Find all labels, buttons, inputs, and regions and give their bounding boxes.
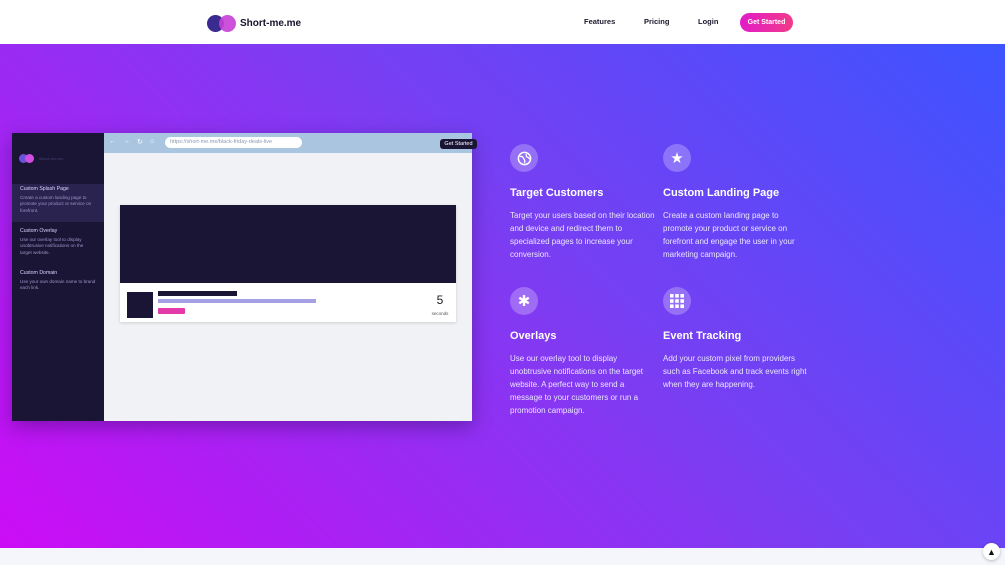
mockup-sidebar-item-title: Custom Domain	[20, 270, 58, 276]
mockup-sidebar-item-overlay[interactable]: Custom Overlay Use our overlay tool to d…	[12, 226, 104, 258]
mockup-sidebar-item-desc: Create a custom landing page to promote …	[20, 195, 92, 213]
globe-icon	[510, 144, 538, 172]
countdown-value: 5	[436, 293, 444, 307]
mockup-sidebar-item-title: Custom Overlay	[20, 228, 58, 234]
reload-icon: ↻	[137, 139, 143, 146]
splash-preview-card: 5 seconds	[120, 205, 456, 322]
brand-logo[interactable]: Short-me.me	[207, 14, 301, 32]
mockup-logo-text: Short-me.me	[39, 156, 64, 161]
star-icon: ★	[663, 144, 691, 172]
chevron-up-icon: ▲	[987, 546, 996, 557]
back-arrow-icon: ←	[109, 138, 116, 145]
asterisk-icon: ✱	[510, 287, 538, 315]
mockup-sidebar-item-desc: Use our overlay tool to display unobtrus…	[20, 237, 84, 255]
nav-link-pricing[interactable]: Pricing	[644, 17, 669, 26]
brand-name: Short-me.me	[240, 17, 302, 29]
feature-title: Custom Landing Page	[663, 187, 780, 199]
mockup-sidebar-item-title: Custom Splash Page	[20, 186, 69, 192]
feature-description: Add your custom pixel from providers suc…	[663, 354, 807, 389]
feature-title: Event Tracking	[663, 330, 742, 342]
mockup-sidebar-item-splash[interactable]: Custom Splash Page Create a custom landi…	[12, 184, 104, 222]
forward-arrow-icon: →	[123, 138, 130, 145]
mockup-browser-bar: ← → ↻ ⌂ https://short-me.me/black-friday…	[104, 133, 477, 153]
feature-title: Overlays	[510, 330, 557, 342]
splash-title-placeholder	[158, 291, 237, 296]
home-icon: ⌂	[150, 138, 155, 145]
splash-media-placeholder	[120, 205, 456, 283]
nav-link-login[interactable]: Login	[698, 17, 718, 26]
logo-icon	[207, 14, 237, 32]
feature-target-customers: Target Customers Target your users based…	[510, 144, 655, 261]
feature-custom-landing-page: ★ Custom Landing Page Create a custom la…	[663, 144, 808, 261]
feature-description: Use our overlay tool to display unobtrus…	[510, 354, 643, 415]
splash-button-placeholder	[158, 308, 185, 314]
mockup-sidebar-item-domain[interactable]: Custom Domain Use your own domain name t…	[12, 268, 104, 294]
mockup-logo-icon	[19, 154, 37, 163]
feature-title: Target Customers	[510, 187, 604, 199]
mockup-content: 5 seconds	[104, 153, 472, 421]
mockup-get-started-button: Get Started	[440, 139, 477, 149]
splash-thumbnail	[127, 292, 153, 318]
top-navbar: Short-me.me Features Pricing Login Get S…	[0, 0, 1005, 44]
mockup-sidebar-item-desc: Use your own domain name to brand each l…	[20, 279, 96, 291]
get-started-button[interactable]: Get Started	[740, 13, 793, 32]
feature-description: Target your users based on their locatio…	[510, 211, 655, 259]
scroll-to-top-button[interactable]: ▲	[983, 543, 1000, 560]
feature-description: Create a custom landing page to promote …	[663, 211, 795, 259]
grid-icon	[663, 287, 691, 315]
nav-link-features[interactable]: Features	[584, 17, 615, 26]
mockup-sidebar: Short-me.me Custom Splash Page Create a …	[12, 133, 104, 421]
feature-overlays: ✱ Overlays Use our overlay tool to displ…	[510, 287, 655, 417]
product-mockup: Short-me.me Custom Splash Page Create a …	[12, 133, 477, 421]
mockup-url-bar: https://short-me.me/black-friday-deals-l…	[165, 137, 302, 148]
splash-text-placeholder	[158, 299, 316, 303]
next-section	[0, 548, 1005, 565]
countdown-unit: seconds	[431, 311, 449, 316]
feature-event-tracking: Event Tracking Add your custom pixel fro…	[663, 287, 808, 391]
